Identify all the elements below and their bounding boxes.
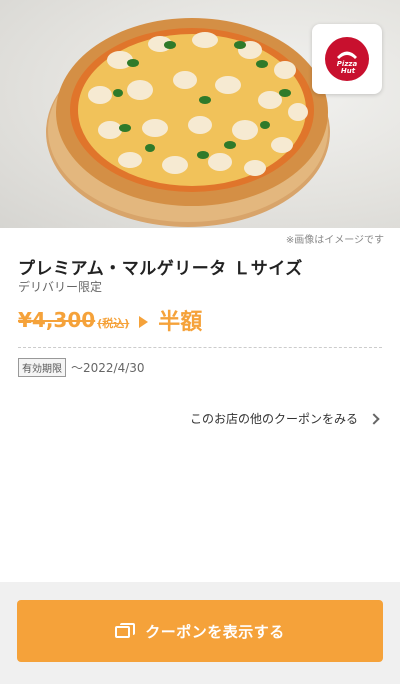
svg-text:Hut: Hut bbox=[341, 67, 356, 75]
discount-label: 半額 bbox=[158, 310, 203, 335]
arrow-right-icon bbox=[139, 316, 149, 328]
product-title: プレミアム・マルゲリータ Ｌサイズ bbox=[18, 259, 303, 279]
show-coupon-label: クーポンを表示する bbox=[145, 622, 285, 641]
show-coupon-button[interactable]: クーポンを表示する bbox=[17, 600, 383, 662]
product-subtitle: デリバリー限定 bbox=[18, 280, 103, 294]
price-row: ¥4,300 (税込) 半額 bbox=[18, 305, 202, 335]
original-price: ¥4,300 bbox=[18, 308, 96, 332]
divider bbox=[18, 347, 382, 348]
pizza-hut-logo-icon: Pizza Hut bbox=[325, 37, 369, 81]
pizza-hut-logo: Pizza Hut bbox=[312, 24, 382, 94]
coupon-icon bbox=[115, 623, 136, 639]
hero-image: Pizza Hut bbox=[0, 0, 400, 228]
footer-bar: クーポンを表示する bbox=[0, 582, 400, 684]
other-coupons-link[interactable]: このお店の他のクーポンをみる bbox=[189, 410, 380, 427]
expiry-row: 有効期限 〜2022/4/30 bbox=[18, 358, 145, 377]
image-disclaimer: ※画像はイメージです bbox=[285, 235, 384, 246]
expiry-badge: 有効期限 bbox=[18, 358, 66, 377]
tax-note: (税込) bbox=[97, 317, 130, 330]
expiry-date: 〜2022/4/30 bbox=[71, 361, 145, 375]
chevron-right-icon bbox=[368, 412, 380, 425]
other-coupons-label: このお店の他のクーポンをみる bbox=[189, 412, 358, 426]
